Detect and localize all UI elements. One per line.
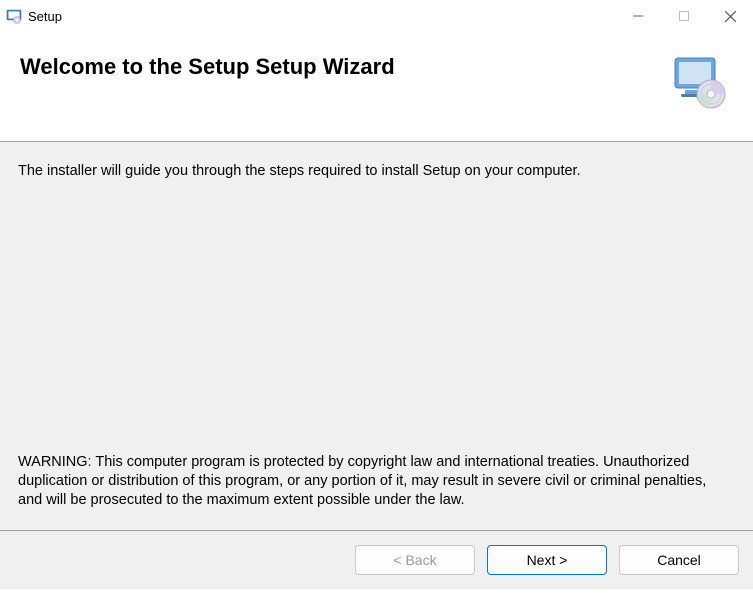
computer-disc-icon bbox=[671, 54, 727, 110]
maximize-button bbox=[661, 0, 707, 32]
back-button: < Back bbox=[355, 545, 475, 575]
minimize-button[interactable] bbox=[615, 0, 661, 32]
warning-text: WARNING: This computer program is protec… bbox=[18, 453, 733, 516]
close-button[interactable] bbox=[707, 0, 753, 32]
cancel-button[interactable]: Cancel bbox=[619, 545, 739, 575]
window-title: Setup bbox=[28, 9, 615, 24]
intro-text: The installer will guide you through the… bbox=[18, 162, 733, 182]
wizard-header: Welcome to the Setup Setup Wizard bbox=[0, 32, 753, 142]
titlebar: Setup bbox=[0, 0, 753, 32]
installer-icon bbox=[6, 8, 22, 24]
page-title: Welcome to the Setup Setup Wizard bbox=[20, 50, 395, 80]
wizard-content: The installer will guide you through the… bbox=[0, 142, 753, 531]
next-button[interactable]: Next > bbox=[487, 545, 607, 575]
window-controls bbox=[615, 0, 753, 32]
wizard-footer: < Back Next > Cancel bbox=[0, 531, 753, 589]
